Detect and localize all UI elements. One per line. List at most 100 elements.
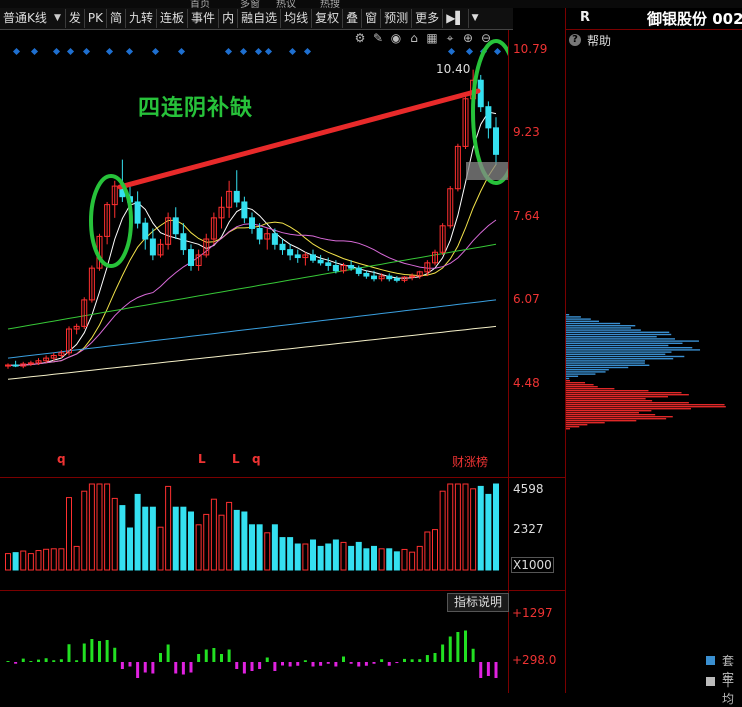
indicator-bar [52, 660, 56, 662]
volume-bar [317, 545, 324, 571]
volume-bar [432, 529, 438, 571]
candle-body [355, 267, 362, 274]
indicator-bar [59, 659, 63, 662]
indicator-bar [464, 630, 467, 662]
pane-separator-indicator [0, 590, 565, 591]
period-select-value: 普通K线 [3, 11, 47, 25]
indicator-bar [433, 653, 437, 662]
indicator-bar [425, 655, 429, 662]
volume-bar [111, 497, 118, 571]
chip-bar [566, 333, 672, 336]
volume-bar [485, 493, 492, 571]
volume-bar [378, 548, 385, 571]
volume-bar [127, 527, 133, 571]
chip-bar [566, 371, 606, 373]
signal-marker: q [252, 452, 261, 466]
toolbar-btn-margin-watchlist[interactable]: 融自选 [238, 9, 282, 28]
volume-bar [477, 485, 484, 571]
chip-bar [566, 353, 666, 355]
price-tick: 9.23 [513, 125, 540, 139]
indicator-bar [44, 658, 48, 662]
top-menu-strip: 首页 多窗 热议 热搜 [0, 0, 742, 8]
menu-hot-search[interactable]: 热搜 [320, 0, 340, 8]
volume-bar [294, 543, 301, 571]
chip-bar [566, 408, 691, 410]
menu-home[interactable]: 首页 [190, 0, 210, 8]
chip-bar [566, 318, 591, 320]
volume-unit: X1000 [511, 557, 554, 573]
candle-body [172, 217, 179, 235]
volume-bar [104, 483, 111, 571]
toolbar-btn-events[interactable]: 事件 [188, 9, 220, 28]
toolbar-btn-window[interactable]: 窗 [362, 9, 382, 28]
chip-bar [566, 360, 645, 362]
toolbar-btn-ma[interactable]: 均线 [281, 9, 313, 28]
candle-body [249, 217, 255, 229]
rank-badge[interactable]: 财涨榜 [452, 453, 488, 470]
volume-bar [371, 545, 377, 571]
volume-bar [355, 541, 362, 571]
menu-multi-window[interactable]: 多窗 [240, 0, 260, 8]
candle-body [493, 127, 499, 155]
toolbar-btn-overlay[interactable]: 叠 [343, 9, 363, 28]
help-label[interactable]: 帮助 [587, 32, 611, 49]
chip-bar [566, 384, 594, 386]
toolbar-btn-limit-up[interactable]: 连板 [157, 9, 189, 28]
toolbar-btn-forecast[interactable]: 预测 [381, 9, 413, 28]
toolbar-btn-inner[interactable]: 内 [219, 9, 239, 28]
volume-bar [470, 488, 477, 571]
legend-label-average: 平均 [722, 675, 735, 706]
chevron-down-icon[interactable]: ▼ [469, 9, 482, 28]
volume-bar [363, 548, 370, 571]
period-select[interactable]: 普通K线 ▼ [0, 9, 66, 28]
chip-bar [566, 344, 669, 347]
volume-bar [96, 483, 103, 571]
chip-bar [566, 349, 701, 351]
candle-body [134, 201, 141, 224]
volume-bar [195, 524, 202, 571]
indicator-bar [441, 644, 445, 662]
indicator-bar [494, 662, 498, 678]
toolbar-btn-adjust[interactable]: 复权 [312, 9, 344, 28]
candle-body [386, 275, 393, 280]
stock-name[interactable]: 御银股份 002 [647, 8, 742, 29]
chart-toolbar: 普通K线 ▼ 发 PK 简 九转 连板 事件 内 融自选 均线 复权 叠 窗 预… [0, 8, 513, 30]
toolbar-btn-fa[interactable]: 发 [66, 9, 85, 28]
ma-line-120 [7, 325, 497, 380]
chip-bar [566, 340, 699, 342]
indicator-bar [342, 656, 345, 662]
chip-bar [566, 364, 650, 366]
menu-hot-discuss[interactable]: 热议 [276, 0, 296, 8]
indicator-bar [296, 662, 300, 666]
indicator-help-button[interactable]: 指标说明 [447, 593, 509, 612]
collapse-icon[interactable]: ▶▌ [443, 9, 469, 28]
candle-body [363, 272, 370, 277]
volume-bar [416, 545, 423, 571]
indicator-bar [319, 662, 323, 666]
indicator-bar [448, 636, 452, 662]
help-icon[interactable]: ? [569, 34, 581, 46]
chip-bar [566, 420, 637, 422]
candle-body [233, 190, 240, 203]
chip-bar [566, 320, 599, 322]
candle-body [287, 249, 294, 256]
volume-bar [218, 514, 225, 571]
indicator-bar [159, 653, 162, 662]
chip-bar [566, 414, 656, 416]
volume-bar [447, 483, 454, 571]
chip-bar [566, 373, 596, 375]
toolbar-btn-more[interactable]: 更多 [412, 9, 444, 28]
volume-bar [439, 490, 446, 571]
toolbar-btn-pk[interactable]: PK [85, 9, 107, 28]
toolbar-btn-simple[interactable]: 简 [107, 9, 127, 28]
toolbar-btn-nine-turn[interactable]: 九转 [126, 9, 158, 28]
chip-bar [566, 398, 646, 400]
ma-line-40 [7, 243, 497, 330]
indicator-tick: +1297 [512, 606, 553, 620]
kline-chart[interactable] [0, 30, 508, 693]
indicator-bar [326, 662, 330, 664]
candle-body [149, 238, 156, 256]
chip-bar [566, 416, 673, 418]
candle-body [477, 79, 484, 108]
legend-swatch-trapped [706, 656, 715, 665]
